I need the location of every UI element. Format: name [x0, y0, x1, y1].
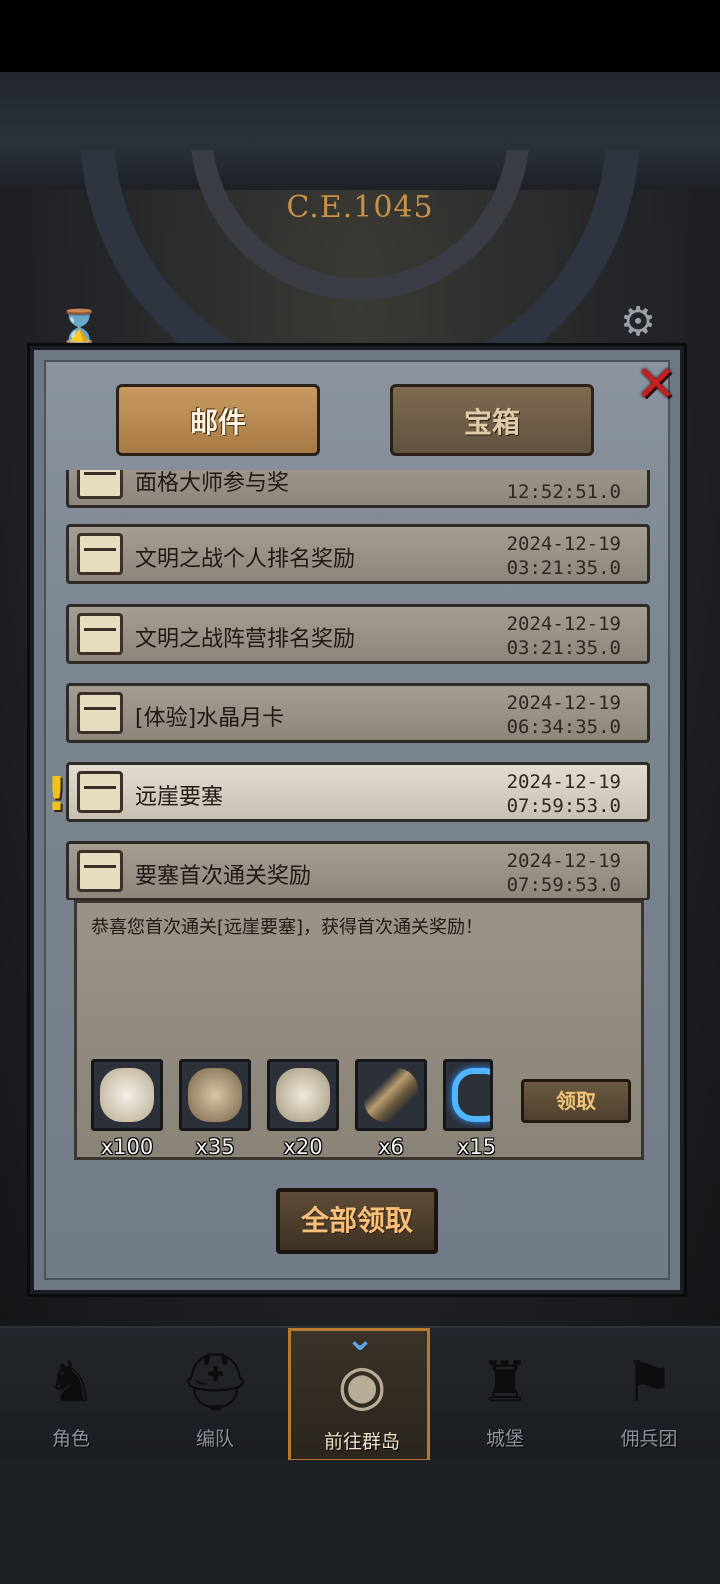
status-bar [0, 0, 720, 72]
reward-item[interactable] [355, 1059, 427, 1131]
mail-date: 2024-12-19 [506, 850, 621, 872]
feather-hide-icon [276, 1068, 330, 1122]
chest-icon [77, 533, 123, 575]
nav-label: 编队 [195, 1428, 234, 1450]
nav-item-formation[interactable]: ⛑ 编队 [144, 1328, 286, 1462]
fur-pelt-icon [100, 1068, 154, 1122]
era-label: C.E.1045 [286, 190, 434, 225]
mail-row-open[interactable]: 要塞首次通关奖励 2024-12-19 07:59:53.0 [66, 841, 650, 900]
nav-label: 前往群岛 [323, 1431, 400, 1453]
chest-icon [77, 470, 123, 499]
claim-button[interactable]: 领取 [521, 1079, 631, 1123]
reward-qty: x6 [378, 1135, 404, 1159]
mail-date: 2024-12-19 [506, 613, 621, 635]
reward-qty: x15 [457, 1135, 495, 1159]
reward-qty: x20 [283, 1135, 323, 1159]
mail-time: 06:34:35.0 [506, 716, 621, 738]
mail-title: 远崖要塞 [135, 785, 224, 810]
nav-label: 佣兵团 [620, 1428, 678, 1450]
mail-time: 03:21:35.0 [506, 557, 621, 579]
mail-row-selected[interactable]: 远崖要塞 2024-12-19 07:59:53.0 [66, 762, 650, 822]
unread-alert-icon: ! [46, 767, 67, 821]
mail-title: 文明之战个人排名奖励 [135, 547, 356, 572]
reward-item[interactable] [267, 1059, 339, 1131]
tab-mail[interactable]: 邮件 [116, 384, 320, 456]
mail-time: 07:59:53.0 [506, 874, 621, 896]
knight-icon: ♞ [45, 1350, 97, 1415]
chest-icon [77, 613, 123, 655]
reward-qty: x35 [195, 1135, 235, 1159]
mail-title: 面格大师参与奖 [135, 471, 290, 496]
mail-row[interactable]: 面格大师参与奖 12:52:51.0 [66, 470, 650, 508]
mail-time: 12:52:51.0 [506, 481, 621, 503]
chest-icon [77, 771, 123, 813]
helmet-icon: ⛑ [180, 1350, 252, 1415]
blue-energy-icon [452, 1068, 490, 1122]
mail-body-text: 恭喜您首次通关[远崖要塞]，获得首次通关奖励！ [91, 917, 484, 938]
banner-icon: ⚑ [623, 1350, 675, 1415]
mail-date: 2024-12-19 [506, 692, 621, 714]
mail-row[interactable]: [体验]水晶月卡 2024-12-19 06:34:35.0 [66, 683, 650, 743]
mail-title: [体验]水晶月卡 [135, 706, 285, 731]
mail-title: 要塞首次通关奖励 [135, 864, 312, 889]
chest-icon [77, 850, 123, 892]
nav-item-mercenary[interactable]: ⚑ 佣兵团 [578, 1328, 720, 1462]
mail-date: 2024-12-19 [506, 533, 621, 555]
reward-qty: x100 [100, 1135, 154, 1159]
mail-list[interactable]: 面格大师参与奖 12:52:51.0 文明之战个人排名奖励 2024-12-19… [66, 470, 652, 900]
nav-item-character[interactable]: ♞ 角色 [0, 1328, 142, 1462]
hourglass-icon[interactable]: ⌛ [58, 306, 100, 350]
mail-row[interactable]: 文明之战阵营排名奖励 2024-12-19 03:21:35.0 [66, 604, 650, 664]
mail-content-panel: 恭喜您首次通关[远崖要塞]，获得首次通关奖励！ x100 x35 x20 x6 … [74, 900, 644, 1160]
reward-item[interactable] [91, 1059, 163, 1131]
reward-item[interactable] [179, 1059, 251, 1131]
mail-time: 07:59:53.0 [506, 795, 621, 817]
gear-icon[interactable]: ⚙ [616, 300, 660, 344]
tab-chest[interactable]: 宝箱 [390, 384, 594, 456]
chevron-down-icon: ⌄ [345, 1319, 375, 1359]
bottom-area [0, 1460, 720, 1584]
close-icon[interactable]: ✕ [630, 358, 682, 410]
claim-all-button[interactable]: 全部领取 [276, 1188, 438, 1254]
chest-icon [77, 692, 123, 734]
nav-label: 城堡 [485, 1428, 524, 1450]
horn-icon [364, 1068, 418, 1122]
globe-icon: ◉ [337, 1353, 387, 1418]
mail-date: 2024-12-19 [506, 771, 621, 793]
castle-icon: ♜ [479, 1350, 531, 1415]
reward-item[interactable] [443, 1059, 493, 1131]
mail-title: 文明之战阵营排名奖励 [135, 627, 356, 652]
mail-time: 03:21:35.0 [506, 637, 621, 659]
claw-icon [188, 1068, 242, 1122]
nav-label: 角色 [51, 1428, 90, 1450]
mail-row[interactable]: 文明之战个人排名奖励 2024-12-19 03:21:35.0 [66, 524, 650, 584]
nav-item-castle[interactable]: ♜ 城堡 [434, 1328, 576, 1462]
